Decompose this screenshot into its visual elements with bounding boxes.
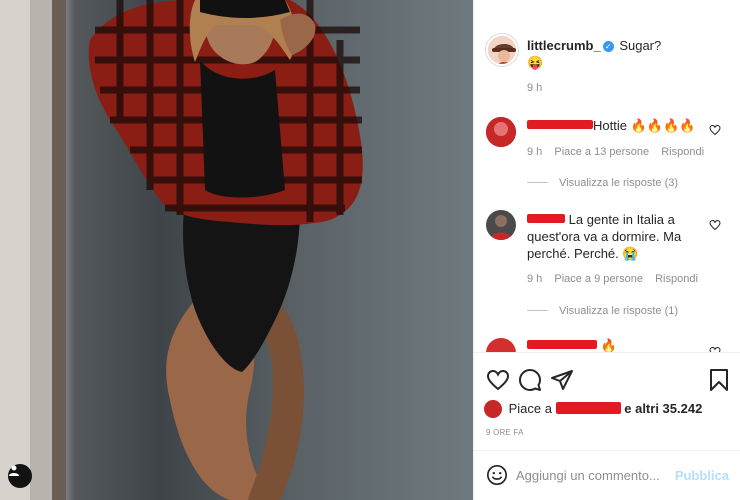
divider-line bbox=[527, 182, 548, 183]
comment-like-count[interactable]: Piace a 9 persone bbox=[554, 273, 643, 285]
comment-like-heart-icon[interactable] bbox=[709, 124, 721, 136]
post-actions: Piace a e altri 35.242 9 ORE FA bbox=[474, 352, 740, 457]
like-heart-icon[interactable] bbox=[486, 368, 510, 392]
comment-meta: 9 h Piace a 9 persone Rispondi bbox=[527, 273, 707, 285]
comment-text: Hottie 🔥🔥🔥🔥 bbox=[593, 118, 696, 133]
tagged-users-button[interactable] bbox=[8, 464, 32, 488]
post-photo[interactable] bbox=[0, 0, 473, 500]
author-username[interactable]: littlecrumb_ bbox=[527, 38, 601, 53]
comment-time[interactable]: 9 h bbox=[527, 146, 542, 158]
caption-text: Sugar? bbox=[619, 38, 662, 53]
caption: littlecrumb_ ✓ Sugar? 😝 bbox=[527, 37, 727, 71]
comment-meta: 9 h Piace a 13 persone Rispondi bbox=[527, 146, 713, 158]
comment-text: 🔥 bbox=[600, 338, 617, 352]
caption-meta: 9 h bbox=[527, 82, 551, 94]
add-comment-bar: Pubblica bbox=[474, 450, 740, 500]
likes-summary: Piace a e altri 35.242 bbox=[484, 400, 702, 418]
likes-count[interactable]: e altri 35.242 bbox=[624, 401, 702, 416]
redacted-username bbox=[555, 402, 621, 414]
comment-bubble-icon[interactable] bbox=[518, 368, 542, 392]
comment-time[interactable]: 9 h bbox=[527, 273, 542, 285]
comment-input[interactable] bbox=[516, 465, 676, 485]
comment-avatar[interactable] bbox=[486, 117, 516, 147]
user-icon bbox=[9, 465, 19, 476]
redacted-username bbox=[527, 120, 593, 129]
view-replies-label: Visualizza le risposte (1) bbox=[559, 305, 679, 317]
comment-like-count[interactable]: Piace a 13 persone bbox=[554, 146, 649, 158]
comment-item: 🔥 bbox=[527, 337, 702, 352]
caption-time[interactable]: 9 h bbox=[527, 82, 542, 94]
comment-item: La gente in Italia a quest'ora va a dorm… bbox=[527, 211, 702, 262]
view-replies-label: Visualizza le risposte (3) bbox=[559, 177, 679, 189]
avatar-image bbox=[486, 117, 516, 147]
caption-emoji: 😝 bbox=[527, 55, 544, 70]
verified-badge-icon: ✓ bbox=[602, 41, 614, 52]
redacted-username bbox=[527, 340, 597, 349]
comment-item: Hottie 🔥🔥🔥🔥 bbox=[527, 117, 717, 134]
author-avatar[interactable] bbox=[486, 34, 518, 66]
avatar-image bbox=[488, 36, 516, 64]
reply-button[interactable]: Rispondi bbox=[655, 273, 698, 285]
post-image bbox=[0, 0, 363, 500]
likes-prefix: Piace a bbox=[508, 401, 552, 416]
liker-avatar[interactable] bbox=[484, 400, 502, 418]
redacted-username bbox=[527, 214, 565, 223]
avatar-image bbox=[486, 210, 516, 240]
emoji-smiley-icon[interactable] bbox=[486, 464, 508, 486]
post-side-panel: littlecrumb_ ✓ Sugar? 😝 9 h Hottie 🔥🔥🔥🔥 9… bbox=[473, 0, 740, 500]
reply-button[interactable]: Rispondi bbox=[661, 146, 704, 158]
comments-list: littlecrumb_ ✓ Sugar? 😝 9 h Hottie 🔥🔥🔥🔥 9… bbox=[474, 0, 740, 352]
comment-avatar[interactable] bbox=[486, 338, 516, 352]
publish-button[interactable]: Pubblica bbox=[675, 468, 729, 483]
save-bookmark-icon[interactable] bbox=[707, 368, 731, 392]
view-replies-button[interactable]: Visualizza le risposte (1) bbox=[527, 305, 678, 317]
share-send-icon[interactable] bbox=[550, 368, 574, 392]
divider-line bbox=[527, 310, 548, 311]
view-replies-button[interactable]: Visualizza le risposte (3) bbox=[527, 177, 678, 189]
post-timestamp[interactable]: 9 ORE FA bbox=[486, 428, 524, 437]
comment-like-heart-icon[interactable] bbox=[709, 219, 721, 231]
comment-avatar[interactable] bbox=[486, 210, 516, 240]
